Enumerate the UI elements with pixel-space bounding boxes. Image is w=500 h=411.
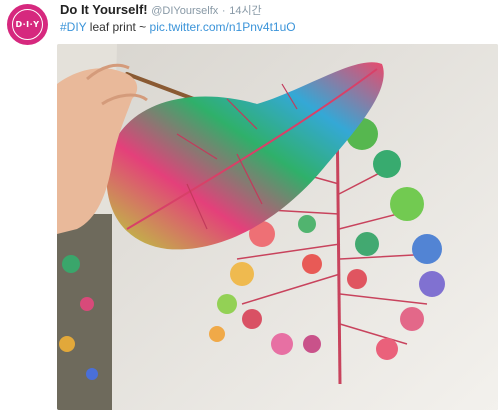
avatar-logo-text: D·I·Y (15, 20, 40, 29)
hashtag-link[interactable]: #DIY (60, 20, 86, 34)
header-separator: · (221, 5, 226, 17)
display-name[interactable]: Do It Yourself! (60, 2, 148, 17)
tweet-photo[interactable] (57, 44, 498, 410)
profile-avatar[interactable]: D·I·Y (7, 4, 48, 45)
tweet-timestamp[interactable]: 14시간 (229, 5, 261, 17)
tweet-body-text: leaf print ~ (86, 20, 150, 34)
avatar-logo: D·I·Y (12, 9, 43, 40)
user-handle[interactable]: @DIYourselfx (151, 5, 218, 17)
leaf-print-photo (57, 44, 498, 410)
media-link[interactable]: pic.twitter.com/n1Pnv4t1uO (150, 20, 296, 34)
tweet-text: #DIY leaf print ~ pic.twitter.com/n1Pnv4… (60, 19, 296, 35)
tweet-header: Do It Yourself! @DIYourselfx · 14시간 (60, 2, 262, 19)
